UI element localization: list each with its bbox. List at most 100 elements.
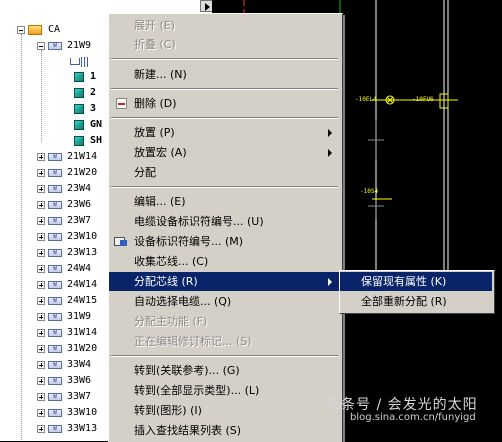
cable-icon: W (48, 424, 62, 433)
tree-node-label: 33W7 (67, 391, 92, 402)
cable-icon: W (48, 41, 62, 50)
menu-item-assign-cores[interactable]: 分配芯线 (R) (109, 272, 340, 291)
expand-icon[interactable] (37, 376, 45, 385)
tree-node-item[interactable]: W 31W20 (37, 341, 97, 356)
tree-node-item[interactable]: W 24W4 (37, 261, 91, 276)
tree-node-label: 23W7 (67, 215, 92, 226)
menu-item-cable-device-id[interactable]: 电缆设备标识符编号... (U) (109, 212, 340, 231)
menu-item-collect-cores[interactable]: 收集芯线... (C) (109, 252, 340, 271)
expand-icon[interactable] (37, 360, 45, 369)
submenu-item-reassign-all[interactable]: 全部重新分配 (R) (340, 292, 492, 311)
menu-item-collapse[interactable]: 折叠 (C) (109, 35, 340, 54)
tree-node-item[interactable]: W 33W10 (37, 405, 97, 420)
expand-icon[interactable] (37, 280, 45, 289)
expand-icon[interactable] (37, 408, 45, 417)
menu-item-delete[interactable]: 删除 (D) (109, 94, 340, 113)
menu-separator (111, 117, 338, 119)
scroll-right-button[interactable] (200, 0, 212, 12)
menu-item-expand[interactable]: 展开 (E) (109, 16, 340, 35)
core-icon (74, 135, 84, 146)
tree-node-item[interactable]: W 23W4 (37, 181, 91, 196)
tree-node-label: 33W6 (67, 375, 92, 386)
tree-node-label: 31W14 (67, 327, 98, 338)
expand-icon[interactable] (37, 264, 45, 273)
tree-node-item[interactable]: W 33W7 (37, 389, 91, 404)
submenu-arrow-icon (328, 129, 332, 137)
menu-item-assign-main-function[interactable]: 分配主功能 (F) (109, 312, 340, 331)
tree-node-item[interactable]: W 31W14 (37, 325, 97, 340)
tree-node-item[interactable]: W 31W9 (37, 309, 91, 324)
tree-node-item[interactable]: W 21W14 (37, 149, 97, 164)
tree-node-child[interactable]: 3 (74, 101, 96, 116)
tree-node-item[interactable]: W 23W10 (37, 229, 97, 244)
menu-item-insert-search-results[interactable]: 插入查找结果列表 (S) (109, 421, 340, 440)
submenu-assign-cores: 保留现有属性 (K) 全部重新分配 (R) (339, 270, 495, 314)
tree-node-item[interactable]: W 24W14 (37, 277, 97, 292)
menu-item-edit[interactable]: 编辑... (E) (109, 192, 340, 211)
menu-item-place[interactable]: 放置 (P) (109, 123, 340, 142)
tree-node-item[interactable]: W 23W6 (37, 197, 91, 212)
tree-node-item[interactable]: W 23W13 (37, 245, 97, 260)
menu-separator (111, 88, 338, 90)
cable-icon: W (48, 152, 62, 161)
expand-icon[interactable] (37, 392, 45, 401)
core-icon (74, 119, 84, 130)
cable-icon: W (48, 312, 62, 321)
tree-node-label: SH (90, 135, 103, 146)
tree-node-label: 31W9 (67, 311, 92, 322)
numbering-icon (114, 235, 128, 247)
cable-icon: W (48, 376, 62, 385)
cable-icon: W (48, 264, 62, 273)
expand-icon[interactable] (37, 200, 45, 209)
tree-node-child[interactable]: GN (74, 117, 102, 132)
menu-item-goto-reference[interactable]: 转到(关联参考)... (G) (109, 361, 340, 380)
expand-icon[interactable] (37, 168, 45, 177)
cable-icon: W (48, 296, 62, 305)
tree-node-label: 23W13 (67, 247, 98, 258)
cable-icon: W (48, 328, 62, 337)
expand-icon[interactable] (37, 296, 45, 305)
cable-icon: W (48, 232, 62, 241)
tree-node-label: 23W10 (67, 231, 98, 242)
tree-node-item[interactable]: W 33W13 (37, 421, 97, 436)
expand-icon[interactable] (37, 344, 45, 353)
watermark-text: 头条号 / 会发光的太阳 (326, 397, 478, 413)
menu-item-goto-graphic[interactable]: 转到(图形) (I) (109, 401, 340, 420)
menu-item-device-id[interactable]: 设备标识符编号... (M) (109, 232, 340, 251)
tree-node-child[interactable]: 2 (74, 85, 96, 100)
menu-item-new[interactable]: 新建... (N) (109, 65, 340, 84)
tree-node-label: 23W4 (67, 183, 92, 194)
menu-item-assign[interactable]: 分配 (109, 163, 340, 182)
collapse-icon[interactable] (17, 25, 25, 34)
submenu-item-keep-properties[interactable]: 保留现有属性 (K) (340, 272, 492, 291)
expand-icon[interactable] (37, 152, 45, 161)
collapse-icon[interactable] (37, 41, 45, 50)
expand-icon[interactable] (37, 232, 45, 241)
expand-icon[interactable] (37, 248, 45, 257)
tree-node-item[interactable]: W 24W15 (37, 293, 97, 308)
tree-node-label: 33W4 (67, 359, 92, 370)
menu-item-auto-select-cable[interactable]: 自动选择电缆... (Q) (109, 292, 340, 311)
menu-item-goto-all-types[interactable]: 转到(全部显示类型)... (L) (109, 381, 340, 400)
cable-icon: W (48, 216, 62, 225)
tree-node-item[interactable]: W 33W4 (37, 357, 91, 372)
tree-node-expanded[interactable]: W 21W9 (37, 38, 91, 53)
submenu-arrow-icon (328, 149, 332, 157)
menu-item-place-macro[interactable]: 放置宏 (A) (109, 143, 340, 162)
tree-node-item[interactable]: W 23W7 (37, 213, 91, 228)
expand-icon[interactable] (37, 328, 45, 337)
tree-node-root[interactable]: CA (17, 22, 60, 37)
tree-node-child[interactable]: SH (74, 133, 102, 148)
expand-icon[interactable] (37, 424, 45, 433)
menu-item-edit-revision[interactable]: 正在编辑修订标记... (S) (109, 332, 340, 351)
tree-node-item[interactable]: W 21W20 (37, 165, 97, 180)
watermark-url: blog.sina.com.cn/funyigd (350, 412, 476, 423)
tree-node-connector[interactable] (70, 54, 94, 69)
tree-node-label: CA (48, 24, 61, 35)
cable-icon: W (48, 280, 62, 289)
expand-icon[interactable] (37, 216, 45, 225)
tree-node-child[interactable]: 1 (74, 69, 96, 84)
tree-node-item[interactable]: W 33W6 (37, 373, 91, 388)
expand-icon[interactable] (37, 184, 45, 193)
expand-icon[interactable] (37, 312, 45, 321)
